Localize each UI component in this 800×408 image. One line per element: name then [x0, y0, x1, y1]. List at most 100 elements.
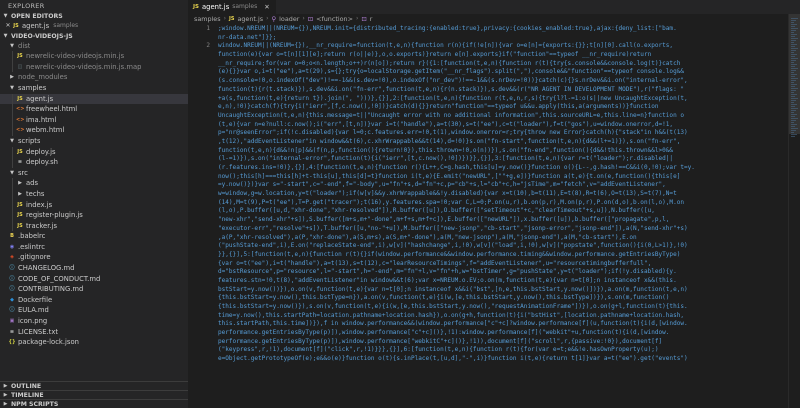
open-editor-item[interactable]: ✕ JS agent.js samples: [0, 21, 188, 32]
minimap-line: [791, 32, 794, 33]
folder-item[interactable]: ▼ src: [0, 168, 188, 179]
file-item[interactable]: ▣ icon.png: [0, 316, 188, 327]
tree-item-label: LICENSE.txt: [18, 327, 59, 336]
outline-header[interactable]: ▶ OUTLINE: [0, 381, 188, 390]
folder-item[interactable]: ▼ dist: [0, 41, 188, 52]
code-line: }},{}],5:[function(t,e,n){function r(t){…: [218, 250, 681, 258]
code-line: function(t){r(t.stack)}),s.dev&&i.on("fn…: [218, 85, 684, 93]
indent-guide: [12, 125, 13, 136]
file-item[interactable]: ⓘ CONTRIBUTING.md: [0, 284, 188, 295]
file-item[interactable]: JS tracker.js: [0, 220, 188, 232]
file-item[interactable]: <> ima.html: [0, 114, 188, 126]
indent-guide: [12, 114, 13, 126]
minimap-line: [791, 66, 795, 67]
chevron-right-icon: ▶: [18, 180, 22, 187]
folder-item[interactable]: ▼ samples: [0, 83, 188, 94]
outline-label: OUTLINE: [11, 382, 42, 390]
tree-item-label: techs: [26, 189, 45, 198]
code-text[interactable]: ;window.NREUM||(NREUM={}),NREUM.init={di…: [218, 25, 788, 364]
minimap-line: [791, 108, 798, 109]
minimap[interactable]: [788, 14, 800, 408]
file-item[interactable]: ≡ deploy.sh: [0, 157, 188, 168]
code-line: (t,e){var n=e?null:c.now();i("err",[t,n]…: [218, 120, 674, 128]
tree-item-label: CODE_OF_CONDUCT.md: [18, 274, 101, 283]
minimap-line: [791, 124, 797, 125]
breadcrumb-item[interactable]: <function>: [316, 14, 353, 24]
js-file-icon: JS: [17, 53, 23, 60]
markdown-file-icon: ⓘ: [9, 275, 15, 282]
minimap-line: [791, 126, 795, 127]
explorer-sidebar: EXPLORER ▼ OPEN EDITORS ✕ JS agent.js sa…: [0, 0, 188, 408]
open-editors-header[interactable]: ▼ OPEN EDITORS: [0, 12, 188, 21]
file-item[interactable]: ⓘ CHANGELOG.md: [0, 263, 188, 274]
timeline-header[interactable]: ▶ TIMELINE: [0, 390, 188, 399]
file-item[interactable]: ◆ Dockerfile: [0, 295, 188, 306]
tab-agent-js[interactable]: JS agent.js samples ✕: [188, 0, 276, 14]
code-line: e=Object.getPrototypeOf(e);e&&o(e)}funct…: [218, 355, 688, 363]
text-file-icon: ≡: [9, 328, 15, 335]
minimap-line: [791, 26, 795, 27]
chevron-right-icon: ▶: [18, 190, 22, 197]
project-folder-label: VIDEO-VIDEOJS-JS: [11, 32, 73, 40]
file-item[interactable]: B .babelrc: [0, 231, 188, 242]
indent-guide: [12, 93, 13, 105]
tree-item-label: scripts: [18, 136, 41, 145]
code-line: "new-xhr","send-xhr"+s]),S.buffer([m+s,m…: [218, 216, 670, 224]
npm-scripts-header[interactable]: ▶ NPM SCRIPTS: [0, 399, 188, 408]
html-file-icon: <>: [16, 127, 25, 134]
tree-item-label: deploy.sh: [26, 158, 58, 167]
breadcrumb-item[interactable]: agent.js: [237, 14, 263, 24]
indent-guide: [12, 157, 13, 168]
tree-item-label: freewheel.html: [26, 105, 78, 114]
markdown-file-icon: ⓘ: [9, 286, 15, 293]
file-item[interactable]: ◉ .eslintrc: [0, 242, 188, 253]
file-item[interactable]: {} package-lock.json: [0, 337, 188, 348]
image-file-icon: ▣: [9, 318, 15, 325]
chevron-right-icon: ›: [266, 15, 269, 22]
tab-bar: JS agent.js samples ✕: [188, 0, 800, 14]
code-line: __nr_require;for(var o=0;o<n.length;o++)…: [218, 59, 681, 67]
file-item[interactable]: ◫ newrelic-video-videojs.min.js.map: [0, 61, 188, 73]
git-file-icon: ◈: [10, 254, 14, 261]
file-item[interactable]: JS newrelic-video-videojs.min.js: [0, 51, 188, 62]
folder-item[interactable]: ▶ node_modules: [0, 72, 188, 83]
map-file-icon: ◫: [17, 63, 23, 70]
open-editor-dir: samples: [53, 22, 79, 29]
project-folder-header[interactable]: ▼ VIDEO-VIDEOJS-JS: [0, 32, 188, 41]
symbol-icon: ⚲: [271, 15, 277, 23]
file-item[interactable]: ◈ .gitignore: [0, 252, 188, 263]
breadcrumb-item[interactable]: loader: [279, 14, 299, 24]
file-item[interactable]: ⓘ EULA.md: [0, 305, 188, 316]
folder-item[interactable]: ▶ ads: [0, 178, 188, 189]
code-editor[interactable]: 1 2 ;window.NREUM||(NREUM={}),NREUM.init…: [188, 25, 788, 408]
tree-item-label: agent.js: [26, 94, 54, 103]
breadcrumb-item[interactable]: samples: [194, 14, 221, 24]
file-item[interactable]: JS register-plugin.js: [0, 210, 188, 221]
line-number: 1: [206, 25, 210, 32]
file-item[interactable]: <> webm.html: [0, 125, 188, 136]
file-item[interactable]: JS index.js: [0, 199, 188, 211]
chevron-down-icon: ▼: [10, 169, 14, 176]
indent-guide: [12, 104, 13, 115]
file-item[interactable]: ⓘ CODE_OF_CONDUCT.md: [0, 274, 188, 285]
minimap-line: [791, 50, 796, 51]
code-line: features.stn=!0,t(8),"addEventListener"i…: [218, 276, 677, 284]
minimap-line: [791, 98, 798, 99]
close-icon[interactable]: ✕: [264, 0, 269, 14]
tree-item-label: deploy.js: [26, 147, 56, 156]
file-item[interactable]: JS deploy.js: [0, 146, 188, 158]
folder-item[interactable]: ▼ scripts: [0, 136, 188, 147]
minimap-line: [791, 28, 798, 29]
tree-item-label: icon.png: [18, 317, 48, 326]
function-icon: ⊡: [361, 15, 367, 23]
file-item[interactable]: ≡ LICENSE.txt: [0, 327, 188, 338]
js-file-icon: JS: [17, 222, 23, 229]
folder-item[interactable]: ▶ techs: [0, 188, 188, 200]
close-icon[interactable]: ✕: [4, 21, 12, 32]
file-item[interactable]: JS agent.js: [0, 93, 188, 105]
minimap-line: [791, 122, 794, 123]
code-line: (e){}}var o,i=t("ee"),a=t(29),s={};try{o…: [218, 68, 684, 76]
file-item[interactable]: <> freewheel.html: [0, 104, 188, 115]
breadcrumb-item[interactable]: r: [370, 14, 373, 24]
minimap-line: [791, 118, 798, 119]
